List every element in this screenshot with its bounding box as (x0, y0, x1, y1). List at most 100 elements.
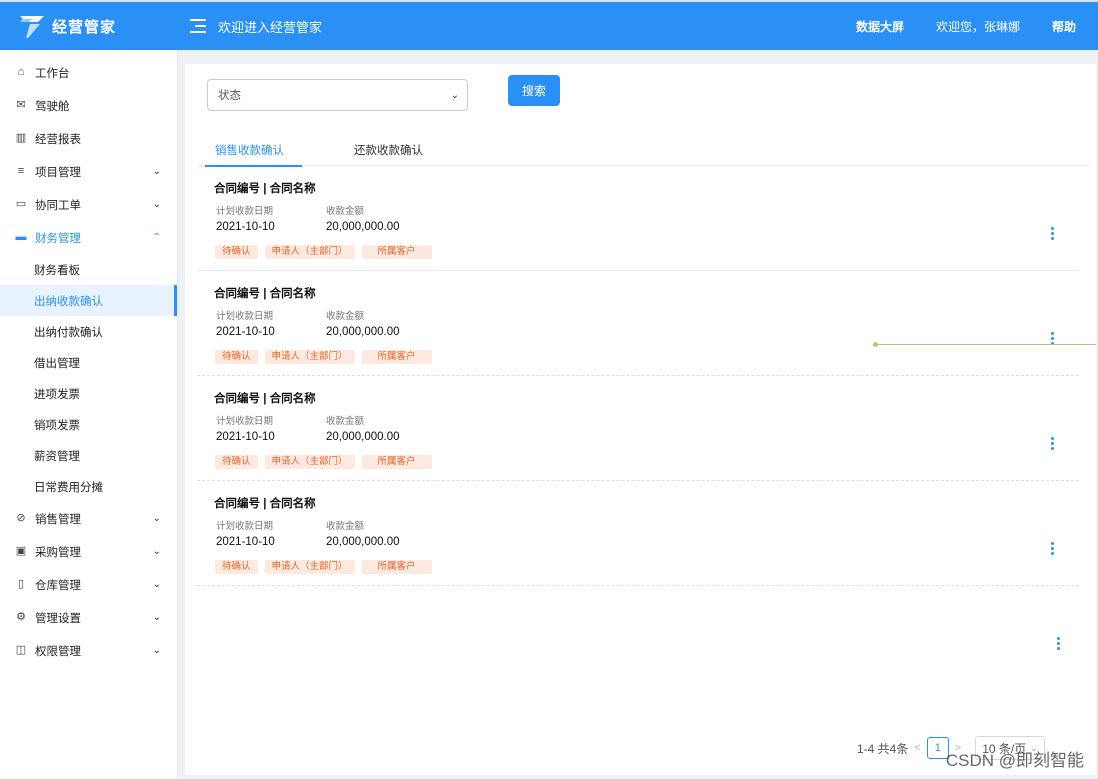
annotation-line (875, 344, 1096, 345)
sidebar-item-label: 采购管理 (35, 546, 81, 559)
amount-value: 20,000,000.00 (326, 326, 400, 338)
status-select[interactable]: 状态 ⌄ (207, 79, 468, 111)
date-value: 2021-10-10 (216, 221, 275, 233)
amount-value: 20,000,000.00 (326, 221, 400, 233)
sidebar-item-workorders[interactable]: ▭ 协同工单 ⌄ (0, 188, 177, 221)
chevron-down-icon: ⌄ (152, 546, 161, 557)
sidebar-item-finance[interactable]: ▬ 财务管理 ⌃ (0, 221, 177, 254)
sidebar-item-workbench[interactable]: ⌂ 工作台 (0, 56, 177, 89)
more-actions-icon[interactable] (1047, 226, 1057, 241)
list-item[interactable]: 合同编号 | 合同名称 计划收款日期 2021-10-10 收款金额 20,000,… (197, 271, 1079, 376)
more-actions-icon[interactable] (1047, 436, 1057, 451)
chevron-down-icon: ⌄ (152, 199, 161, 210)
amount-value: 20,000,000.00 (326, 431, 400, 443)
chevron-down-icon: ⌄ (152, 579, 161, 590)
list-item[interactable]: 合同编号 | 合同名称 计划收款日期 2021-10-10 收款金额 20,000,… (197, 376, 1079, 481)
amount-label: 收款金额 (326, 416, 365, 427)
sidebar-item-label: 协同工单 (35, 199, 81, 212)
help-link[interactable]: 帮助 (1052, 18, 1076, 35)
chevron-down-icon: ⌄ (152, 166, 161, 177)
card-title: 合同编号 | 合同名称 (214, 498, 316, 510)
sidebar-item-warehouse[interactable]: ▯ 仓库管理 ⌄ (0, 568, 177, 601)
status-badge: 待确认 (215, 560, 258, 574)
customer-badge: 所属客户 (361, 560, 432, 574)
gift-icon: ▣ (15, 545, 27, 557)
chevron-down-icon: ⌄ (152, 612, 161, 623)
date-label: 计划收款日期 (216, 416, 274, 427)
status-badge: 待确认 (215, 455, 258, 469)
more-actions-icon[interactable] (1047, 541, 1057, 556)
sidebar-item-cockpit[interactable]: ✉ 驾驶舱 (0, 89, 177, 122)
mail-icon: ✉ (16, 99, 26, 111)
sales-icon: ⊘ (16, 512, 26, 524)
amount-label: 收款金额 (326, 311, 365, 322)
tab-sales-receipt[interactable]: 销售收款确认 (197, 134, 302, 167)
warehouse-icon: ▯ (17, 578, 25, 590)
amount-label: 收款金额 (326, 206, 365, 217)
sidebar-item-sales[interactable]: ⊘ 销售管理 ⌄ (0, 502, 177, 535)
amount-value: 20,000,000.00 (326, 536, 400, 548)
sidebar-item-label: 项目管理 (35, 166, 81, 179)
menu-toggle-icon[interactable] (190, 19, 206, 33)
watermark: CSDN @即刻智能 (945, 751, 1084, 770)
receipt-list: 合同编号 | 合同名称 计划收款日期 2021-10-10 收款金额 20,000,… (197, 166, 1079, 586)
list-icon: ≡ (17, 165, 25, 177)
sidebar-subitem-expense-allocation[interactable]: 日常费用分摊 (0, 471, 177, 502)
sidebar-subitem-salary[interactable]: 薪资管理 (0, 440, 177, 471)
sidebar-item-label: 财务管理 (35, 232, 81, 245)
wallet-icon: ▬ (15, 231, 27, 243)
card-title: 合同编号 | 合同名称 (214, 183, 316, 195)
filter-bar: 状态 ⌄ 搜索 (207, 75, 560, 111)
card-title: 合同编号 | 合同名称 (214, 288, 316, 300)
search-button[interactable]: 搜索 (508, 75, 560, 106)
sidebar-item-projects[interactable]: ≡ 项目管理 ⌄ (0, 155, 177, 188)
sidebar-item-label: 管理设置 (35, 612, 81, 625)
sidebar-item-label: 权限管理 (35, 645, 81, 658)
sidebar-item-label: 经营报表 (35, 133, 81, 146)
tab-bar: 销售收款确认 还款收款确认 (197, 134, 1089, 167)
chevron-up-icon: ⌃ (152, 232, 161, 243)
sidebar-subitem-output-invoice[interactable]: 销项发票 (0, 409, 177, 440)
applicant-badge: 申请人（主部门） (264, 455, 355, 469)
list-item[interactable]: 合同编号 | 合同名称 计划收款日期 2021-10-10 收款金额 20,000,… (197, 481, 1079, 586)
logo-icon (18, 13, 46, 39)
applicant-badge: 申请人（主部门） (264, 245, 355, 259)
date-value: 2021-10-10 (216, 326, 275, 338)
list-item[interactable]: 合同编号 | 合同名称 计划收款日期 2021-10-10 收款金额 20,000,… (197, 166, 1079, 271)
status-select-placeholder: 状态 (218, 90, 241, 102)
data-screen-link[interactable]: 数据大屏 (856, 18, 904, 35)
date-label: 计划收款日期 (216, 311, 274, 322)
sidebar-subitem-input-invoice[interactable]: 进项发票 (0, 378, 177, 409)
applicant-badge: 申请人（主部门） (264, 350, 355, 364)
card-title: 合同编号 | 合同名称 (214, 393, 316, 405)
message-icon: ▭ (15, 198, 27, 210)
sidebar-subitem-lending[interactable]: 借出管理 (0, 347, 177, 378)
chart-icon: ▥ (15, 132, 27, 144)
customer-badge: 所属客户 (361, 455, 432, 469)
sidebar-subitem-cashier-payment[interactable]: 出纳付款确认 (0, 316, 177, 347)
sidebar-item-label: 仓库管理 (35, 579, 81, 592)
welcome-title: 欢迎进入经营管家 (218, 19, 323, 35)
gear-icon: ⚙ (16, 611, 26, 623)
annotation-dot (873, 342, 878, 347)
chevron-left-icon[interactable]: < (914, 742, 920, 754)
sidebar-item-permissions[interactable]: ◫ 权限管理 ⌄ (0, 634, 177, 667)
applicant-badge: 申请人（主部门） (264, 560, 355, 574)
sidebar-subitem-finance-board[interactable]: 财务看板 (0, 254, 177, 285)
top-header: 经营管家 欢迎进入经营管家 数据大屏 欢迎您，张琳娜 帮助 (0, 0, 1098, 50)
main-panel: 状态 ⌄ 搜索 销售收款确认 还款收款确认 合同编号 | 合同名称 计划收款日期… (185, 64, 1096, 775)
lock-icon: ◫ (15, 644, 27, 656)
chevron-down-icon: ⌄ (152, 513, 161, 524)
home-icon: ⌂ (17, 66, 25, 78)
app-logo[interactable]: 经营管家 (0, 13, 178, 39)
status-badge: 待确认 (215, 350, 258, 364)
tab-repayment-receipt[interactable]: 还款收款确认 (336, 134, 441, 166)
chevron-down-icon: ⌄ (152, 645, 161, 656)
more-actions-icon[interactable] (1053, 636, 1063, 651)
sidebar-item-label: 销售管理 (35, 513, 81, 526)
sidebar-item-reports[interactable]: ▥ 经营报表 (0, 122, 177, 155)
user-greeting[interactable]: 欢迎您，张琳娜 (936, 18, 1020, 35)
sidebar-subitem-cashier-receipt[interactable]: 出纳收款确认 (0, 285, 177, 316)
sidebar-item-purchase[interactable]: ▣ 采购管理 ⌄ (0, 535, 177, 568)
sidebar-item-settings[interactable]: ⚙ 管理设置 ⌄ (0, 601, 177, 634)
